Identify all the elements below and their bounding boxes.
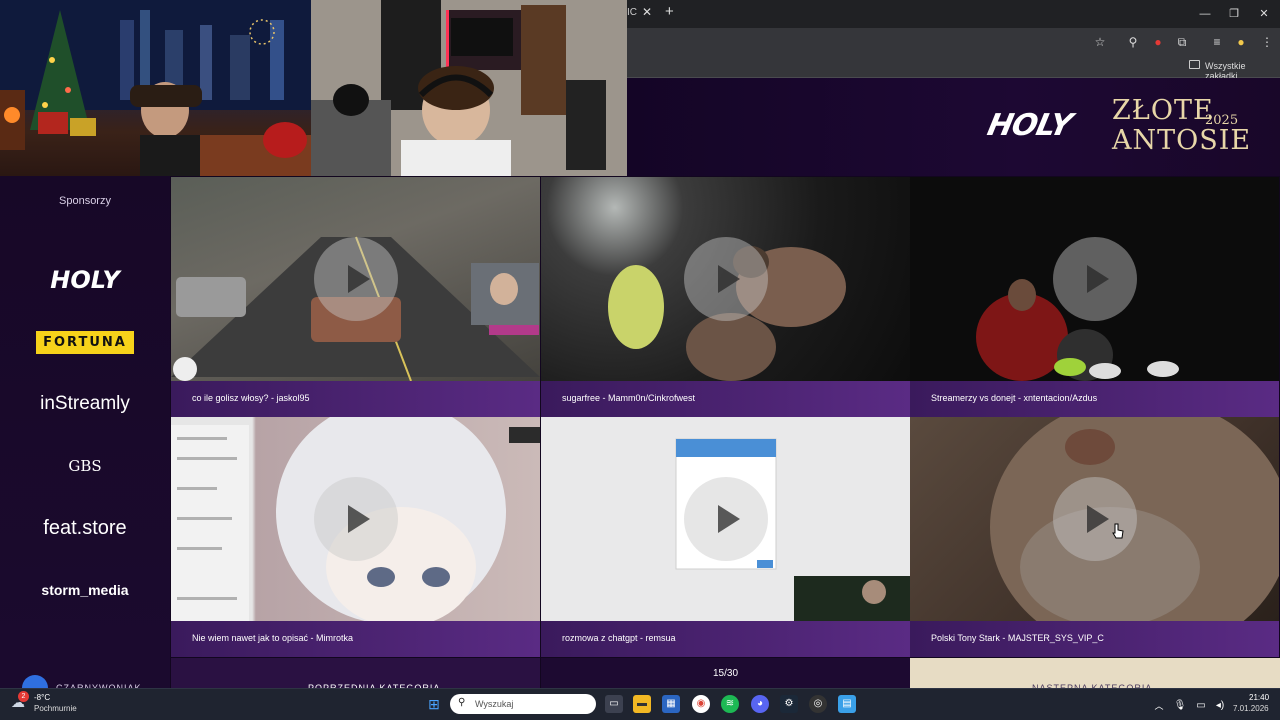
clip-card[interactable]: Nie wiem nawet jak to opisać - Mimrotka <box>171 417 540 658</box>
clip-card[interactable]: Streamerzy vs donejt - xntentacion/Azdus <box>910 177 1279 417</box>
event-title-line2: ANTOSIE <box>1112 125 1252 156</box>
bookmark-star-icon[interactable]: ☆ <box>1091 33 1109 51</box>
close-window-icon[interactable]: ✕ <box>1249 4 1279 24</box>
clip-caption: Nie wiem nawet jak to opisać - Mimrotka <box>171 621 540 657</box>
event-year: 2025 <box>1205 113 1239 128</box>
browser-tab-title-fragment[interactable]: IC <box>627 7 637 18</box>
clip-thumbnail <box>541 177 910 381</box>
webcam-left <box>0 0 311 176</box>
weather-temperature[interactable]: -8°C <box>34 693 50 702</box>
play-button[interactable] <box>313 237 398 321</box>
screen: IC ✕ + — ❐ ✕ ☆ ⚲ ● ⧉ ≡ ● ⋮ Wszystkie zak… <box>0 0 1280 720</box>
clip-title: sugarfree - Mamm0n/Cinkrofwest <box>562 393 696 403</box>
clip-card[interactable]: Polski Tony Stark - MAJSTER_SYS_VIP_C <box>910 417 1279 658</box>
clip-caption: rozmowa z chatgpt - remsua <box>541 621 910 657</box>
sponsor-stormmedia-logo[interactable]: storm_media <box>0 582 170 598</box>
play-button[interactable] <box>313 477 398 561</box>
windows-start-icon[interactable]: ⊞ <box>425 695 443 713</box>
clip-thumbnail <box>171 417 540 627</box>
volume-icon[interactable]: ◂) <box>1211 697 1229 715</box>
sponsor-featstore-logo[interactable]: feat.store <box>0 517 170 540</box>
chrome-icon[interactable]: ◉ <box>692 695 710 713</box>
clip-title: Polski Tony Stark - MAJSTER_SYS_VIP_C <box>931 633 1104 643</box>
obs-icon[interactable]: ◎ <box>809 695 827 713</box>
clip-caption: Streamerzy vs donejt - xntentacion/Azdus <box>910 381 1279 417</box>
extension-record-icon[interactable]: ● <box>1149 33 1167 51</box>
sponsors-heading: Sponsorzy <box>59 195 111 207</box>
clip-thumbnail <box>910 417 1279 657</box>
webcam-right-scene <box>311 0 627 176</box>
clip-card[interactable]: sugarfree - Mamm0n/Cinkrofwest <box>541 177 910 417</box>
reading-list-icon[interactable]: ≡ <box>1208 33 1226 51</box>
weather-description[interactable]: Pochmurnie <box>34 704 77 713</box>
event-title-line1: ZŁOTE <box>1112 95 1214 126</box>
play-button[interactable] <box>683 237 768 321</box>
clip-title: co ile golisz włosy? - jaskol95 <box>192 393 310 403</box>
clip-caption: co ile golisz włosy? - jaskol95 <box>171 381 540 417</box>
clip-title: rozmowa z chatgpt - remsua <box>562 633 676 643</box>
webcam-left-scene <box>0 0 311 176</box>
close-tab-icon[interactable]: ✕ <box>642 5 652 19</box>
taskbar-search-placeholder: Wyszukaj <box>475 699 514 709</box>
app-icon[interactable]: ▤ <box>838 695 856 713</box>
bookmarks-bar <box>627 56 1280 78</box>
clip-caption: sugarfree - Mamm0n/Cinkrofwest <box>541 381 910 417</box>
microphone-icon[interactable]: 🎙 <box>1171 697 1189 715</box>
extensions-puzzle-icon[interactable]: ⧉ <box>1173 33 1191 51</box>
microsoft-store-icon[interactable]: ▦ <box>662 695 680 713</box>
network-icon[interactable]: ▭ <box>1192 697 1210 715</box>
minimize-window-icon[interactable]: — <box>1190 4 1220 24</box>
page-counter: 15/30 <box>713 668 739 679</box>
clip-card[interactable]: rozmowa z chatgpt - remsua <box>541 417 910 658</box>
restore-window-icon[interactable]: ❐ <box>1219 4 1249 24</box>
clip-thumbnail <box>171 177 540 382</box>
folder-icon <box>1189 60 1200 69</box>
clip-thumbnail <box>541 417 910 621</box>
holy-logo[interactable]: HOLY <box>984 108 1074 143</box>
clip-title: Nie wiem nawet jak to opisać - Mimrotka <box>192 633 354 643</box>
weather-badge: 2 <box>18 691 29 702</box>
play-button[interactable] <box>1052 237 1137 321</box>
tray-overflow-icon[interactable]: ︿ <box>1150 697 1168 715</box>
webcam-right <box>311 0 627 176</box>
sponsor-instreamly-logo[interactable]: inStreamly <box>0 393 170 415</box>
play-button[interactable] <box>1052 477 1137 561</box>
clip-thumbnail <box>910 177 1279 381</box>
steam-icon[interactable]: ⚙ <box>780 695 798 713</box>
profile-avatar-icon[interactable]: ● <box>1232 33 1250 51</box>
search-icon: ⚲ <box>458 697 466 708</box>
discord-icon[interactable]: ◕ <box>751 695 769 713</box>
clip-title: Streamerzy vs donejt - xntentacion/Azdus <box>931 393 1098 403</box>
clock-date[interactable]: 7.01.2026 <box>1233 704 1269 713</box>
extension-feather-icon[interactable]: ⚲ <box>1124 33 1142 51</box>
browser-tab-strip <box>627 0 1280 28</box>
taskbar-search-box[interactable] <box>450 694 596 714</box>
browser-menu-icon[interactable]: ⋮ <box>1258 33 1276 51</box>
sponsor-fortuna-logo[interactable]: FORTUNA <box>0 335 170 350</box>
sponsor-gbs-logo[interactable]: GBS <box>0 457 170 475</box>
play-button[interactable] <box>683 477 768 561</box>
spotify-icon[interactable]: ≋ <box>721 695 739 713</box>
clock-time[interactable]: 21:40 <box>1249 693 1269 702</box>
file-explorer-icon[interactable]: ▬ <box>633 695 651 713</box>
sponsor-holy-logo[interactable]: HOLY <box>0 266 170 294</box>
clip-card[interactable]: co ile golisz włosy? - jaskol95 <box>171 177 540 417</box>
new-tab-icon[interactable]: + <box>665 3 674 20</box>
mouse-pointer-icon <box>1112 523 1124 539</box>
clip-caption: Polski Tony Stark - MAJSTER_SYS_VIP_C <box>910 621 1279 657</box>
task-view-icon[interactable]: ▭ <box>605 695 623 713</box>
